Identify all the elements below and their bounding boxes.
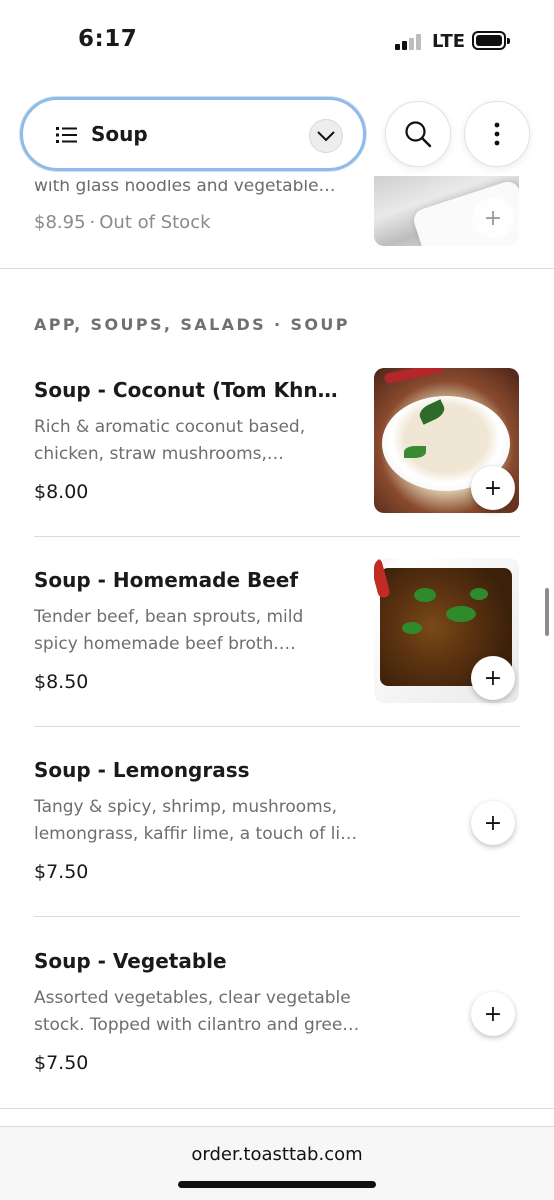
stock-status: Out of Stock <box>99 212 211 233</box>
browser-address-bar[interactable]: order.toasttab.com <box>0 1126 554 1200</box>
partial-item-price: $8.95 <box>34 212 86 233</box>
item-name: Soup - Homemade Beef <box>34 568 299 592</box>
partial-item-price-line: $8.95 · Out of Stock <box>34 212 211 233</box>
status-time: 6:17 <box>78 26 138 52</box>
search-button[interactable] <box>385 101 451 167</box>
battery-icon <box>472 31 510 50</box>
item-description: Assorted vegetables, clear vegetable sto… <box>34 985 364 1039</box>
item-price: $8.50 <box>34 671 89 693</box>
add-item-button[interactable]: + <box>471 466 515 510</box>
cellular-signal-icon <box>395 34 425 50</box>
menu-item[interactable]: Soup - Lemongrass Tangy & spicy, shrimp,… <box>0 758 554 948</box>
list-icon <box>56 127 77 143</box>
item-name: Soup - Vegetable <box>34 949 227 973</box>
item-price: $7.50 <box>34 861 89 883</box>
price-separator: · <box>89 212 96 233</box>
item-description-line: Tender beef, bean sprouts, mild <box>34 607 304 627</box>
add-item-button[interactable]: + <box>471 656 515 700</box>
site-url[interactable]: order.toasttab.com <box>0 1144 554 1165</box>
more-vertical-icon <box>494 122 500 146</box>
item-description: Tangy & spicy, shrimp, mushrooms, lemong… <box>34 794 364 848</box>
menu-item[interactable]: Soup - Coconut (Tom Khn… Rich & aromatic… <box>0 368 554 568</box>
more-options-button[interactable] <box>464 101 530 167</box>
add-item-button[interactable]: + <box>471 801 515 845</box>
item-divider <box>34 536 520 537</box>
item-price: $7.50 <box>34 1052 89 1074</box>
item-divider <box>34 726 520 727</box>
item-description-line: Assorted vegetables, clear vegetable <box>34 988 351 1008</box>
item-divider <box>34 916 520 917</box>
item-description: Tender beef, bean sprouts, mild spicy ho… <box>34 604 364 658</box>
section-title: APP, SOUPS, SALADS · SOUP <box>34 315 350 334</box>
item-description-line: lemongrass, kaffir lime, a touch of li… <box>34 824 358 844</box>
item-description-line: stock. Topped with cilantro and gree… <box>34 1015 360 1035</box>
item-name: Soup - Coconut (Tom Khn… <box>34 378 338 402</box>
menu-selector-label: Soup <box>91 122 148 146</box>
network-type: LTE <box>432 31 466 52</box>
item-price: $8.00 <box>34 481 89 503</box>
section-divider <box>0 268 554 269</box>
menu-item[interactable]: Soup - Vegetable Assorted vegetables, cl… <box>0 949 554 1139</box>
chevron-down-icon[interactable] <box>309 119 343 153</box>
item-description: Rich & aromatic coconut based, chicken, … <box>34 414 364 468</box>
item-description-line: Rich & aromatic coconut based, <box>34 417 306 437</box>
menu-category-selector[interactable]: Soup <box>20 97 366 171</box>
scrollbar[interactable] <box>545 588 549 636</box>
add-item-button-disabled: + <box>472 197 514 239</box>
item-description-line: Tangy & spicy, shrimp, mushrooms, <box>34 797 337 817</box>
partial-item-description: with glass noodles and vegetable… <box>34 176 336 196</box>
menu-item[interactable]: Soup - Homemade Beef Tender beef, bean s… <box>0 558 554 758</box>
item-name: Soup - Lemongrass <box>34 758 250 782</box>
home-indicator[interactable] <box>178 1181 376 1188</box>
section-divider <box>0 1108 554 1109</box>
add-item-button[interactable]: + <box>471 992 515 1036</box>
search-icon <box>405 121 432 148</box>
item-description-line: spicy homemade beef broth.… <box>34 634 296 654</box>
status-bar: 6:17 LTE <box>0 0 554 84</box>
item-description-line: chicken, straw mushrooms,… <box>34 444 284 464</box>
